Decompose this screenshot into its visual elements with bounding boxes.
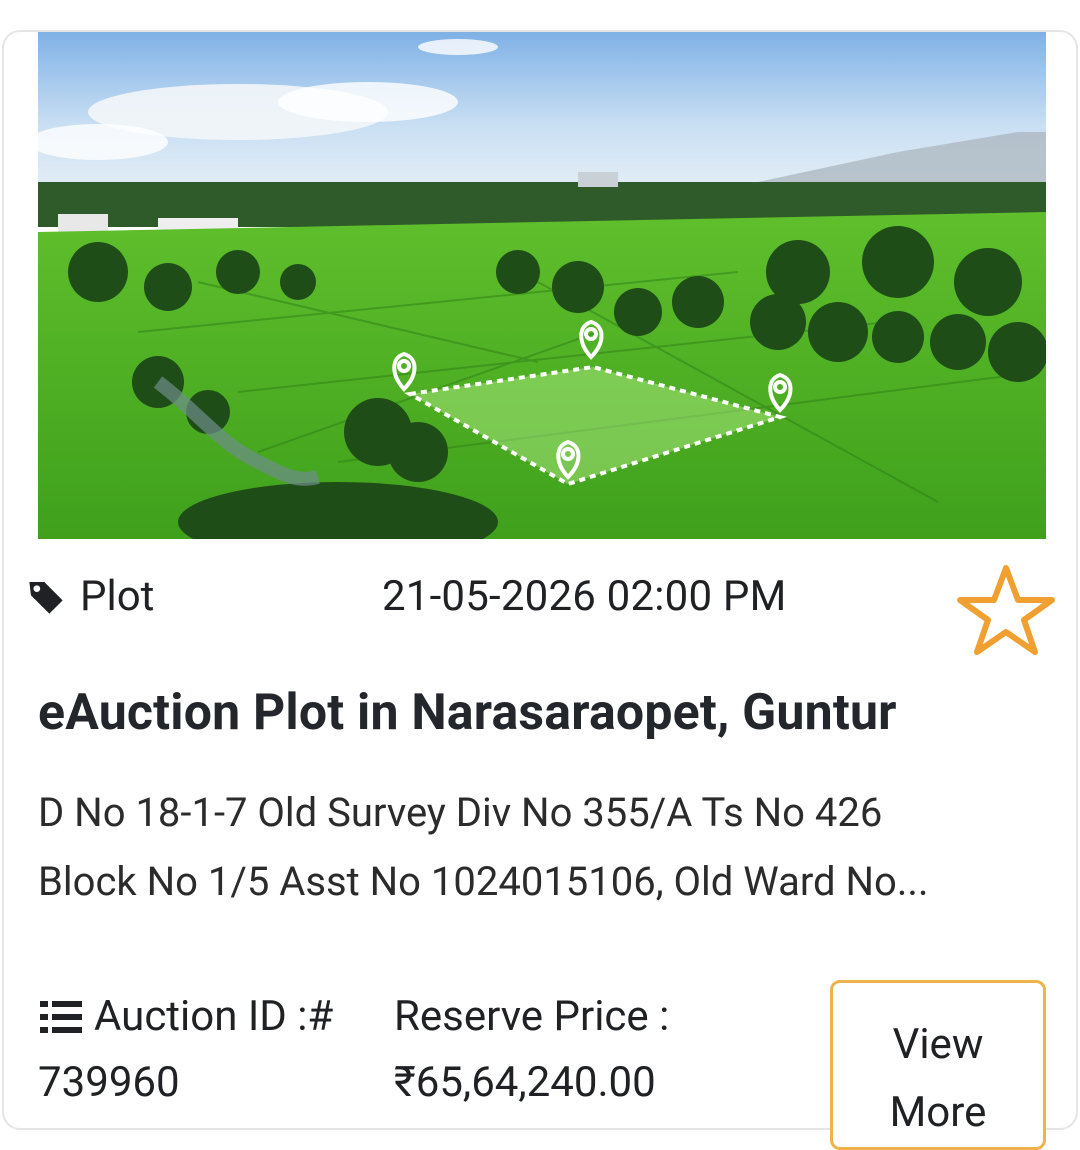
list-icon bbox=[40, 1000, 82, 1033]
reserve-price-value: ₹65,64,240.00 bbox=[394, 1058, 656, 1107]
listing-meta-row: Plot 21-05-2026 02:00 PM bbox=[4, 562, 1076, 655]
view-more-button[interactable]: View More bbox=[830, 980, 1046, 1150]
auction-id-label-group: Auction ID :# bbox=[38, 992, 333, 1041]
description-line-1: D No 18-1-7 Old Survey Div No 355/A Ts N… bbox=[38, 789, 883, 836]
plot-photo-image bbox=[38, 32, 1046, 539]
auction-id-value: 739960 bbox=[38, 1058, 180, 1107]
plot-photo[interactable] bbox=[38, 32, 1046, 539]
category-tag: Plot bbox=[26, 572, 154, 621]
star-outline-icon[interactable] bbox=[956, 562, 1056, 658]
auction-datetime: 21-05-2026 02:00 PM bbox=[382, 572, 787, 621]
view-more-line-2: More bbox=[889, 1088, 987, 1137]
description-line-2: Block No 1/5 Asst No 1024015106, Old War… bbox=[38, 858, 929, 905]
auction-id-label: Auction ID :# bbox=[94, 992, 334, 1041]
view-more-line-1: View bbox=[892, 1020, 984, 1069]
listing-title[interactable]: eAuction Plot in Narasaraopet, Guntur bbox=[38, 684, 897, 742]
category-label: Plot bbox=[80, 572, 155, 621]
reserve-price-label: Reserve Price : bbox=[394, 992, 670, 1041]
listing-footer: Auction ID :# 739960 Reserve Price : ₹65… bbox=[4, 962, 1076, 1150]
listing-description: D No 18-1-7 Old Survey Div No 355/A Ts N… bbox=[38, 778, 1048, 916]
listing-card[interactable]: Plot 21-05-2026 02:00 PM eAuction Plot i… bbox=[2, 30, 1078, 1150]
tag-icon bbox=[29, 581, 63, 614]
